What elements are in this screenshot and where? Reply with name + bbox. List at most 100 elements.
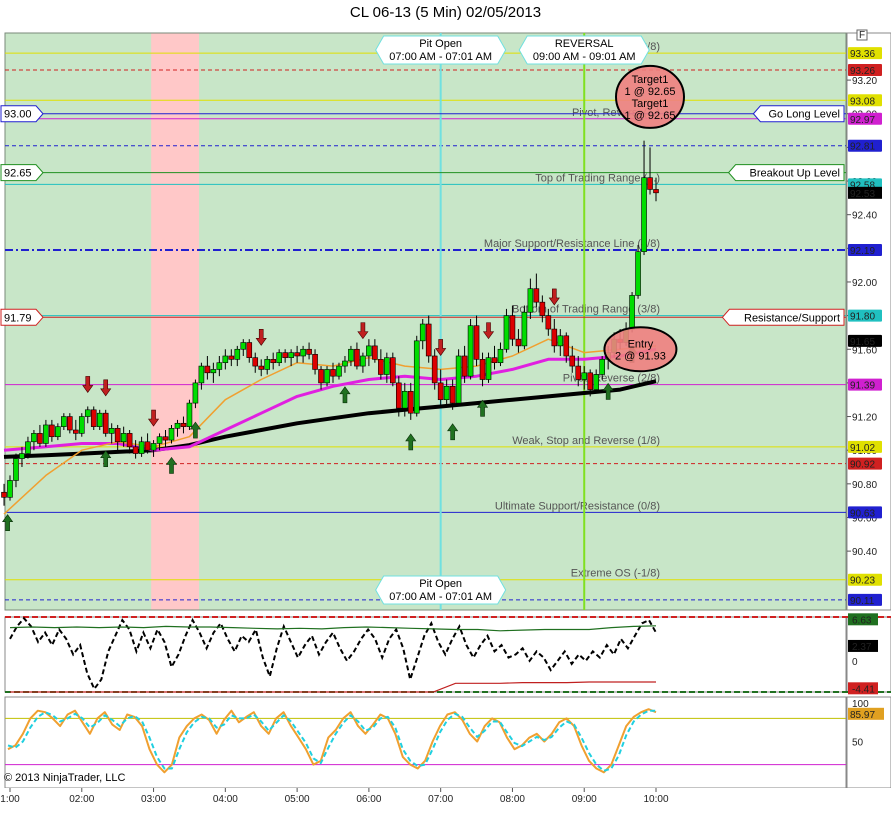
tag-text: 91.79 bbox=[4, 312, 32, 324]
level-price-value: 93.26 bbox=[850, 66, 875, 77]
level-price-value: 93.36 bbox=[850, 49, 875, 60]
level-label: Weak, Stop and Reverse (1/8) bbox=[512, 435, 660, 447]
candle-body bbox=[156, 436, 163, 444]
candle-body bbox=[581, 372, 588, 380]
level-label: Bottom of Trading Range (3/8) bbox=[512, 304, 660, 316]
annotation-text: Entry bbox=[628, 338, 654, 350]
candle-body bbox=[216, 362, 223, 370]
candle-body bbox=[246, 342, 253, 358]
user-level-right-tag: Resistance/Support bbox=[721, 308, 845, 326]
price-plot-background bbox=[5, 33, 846, 610]
candle-body bbox=[294, 352, 300, 357]
candle-body bbox=[234, 348, 241, 360]
price-panel: F93.2093.0092.8092.6092.4092.2092.0091.8… bbox=[0, 29, 891, 611]
candle-body bbox=[67, 416, 73, 431]
candle-body bbox=[647, 177, 653, 190]
candle-body bbox=[31, 433, 37, 443]
candle-body bbox=[180, 422, 187, 427]
candle-body bbox=[162, 436, 169, 441]
level-price-value: 92.81 bbox=[850, 142, 875, 153]
candle-body bbox=[120, 433, 127, 443]
candle-body bbox=[72, 429, 79, 434]
pit-open-box-top: Pit Open07:00 AM - 07:01 AM bbox=[375, 35, 507, 65]
candle-body bbox=[407, 391, 414, 414]
level-price-value: 91.39 bbox=[850, 381, 875, 392]
candle-body bbox=[252, 357, 259, 367]
candle-body bbox=[270, 359, 276, 364]
user-level-left-tag: 93.00 bbox=[0, 105, 44, 123]
candle-body bbox=[55, 426, 61, 438]
candle-body bbox=[360, 355, 366, 367]
annotation-text: 1 @ 92.65 bbox=[625, 110, 676, 122]
level-price-value: 91.80 bbox=[850, 312, 875, 323]
candle-body bbox=[449, 385, 456, 404]
reversal-box: REVERSAL09:00 AM - 09:01 AM bbox=[518, 35, 650, 65]
candle-body bbox=[264, 359, 271, 370]
candle-body bbox=[431, 355, 438, 384]
tag-text: Breakout Up Level bbox=[750, 168, 841, 180]
oscillator-axis bbox=[846, 616, 891, 693]
user-level-right-tag: Breakout Up Level bbox=[727, 164, 845, 182]
user-level-right-tag: Go Long Level bbox=[752, 105, 845, 123]
price-tick-label: 92.00 bbox=[852, 278, 877, 289]
candle-body bbox=[13, 458, 19, 481]
candle-body bbox=[258, 365, 265, 370]
session-label: Pit Open bbox=[419, 38, 462, 50]
candle-body bbox=[168, 428, 175, 441]
candle-body bbox=[336, 365, 342, 377]
time-tick-label: 08:00 bbox=[500, 794, 525, 805]
candle-body bbox=[545, 315, 552, 330]
time-tick-label: 07:00 bbox=[428, 794, 453, 805]
session-time: 07:00 AM - 07:01 AM bbox=[389, 591, 492, 603]
candle-body bbox=[198, 365, 205, 384]
annotation-text: 1 @ 92.65 bbox=[625, 86, 676, 98]
candle-body bbox=[78, 416, 85, 434]
candle-body bbox=[306, 348, 312, 355]
candle-body bbox=[491, 357, 498, 364]
highlight-band bbox=[151, 33, 200, 610]
candle-body bbox=[96, 412, 103, 427]
level-label: Ultimate Support/Resistance (0/8) bbox=[495, 500, 660, 512]
annotation-text: Target1 bbox=[632, 98, 669, 110]
level-price-value: 90.92 bbox=[850, 460, 875, 471]
time-tick-label: 05:00 bbox=[285, 794, 310, 805]
entry-annotation: Entry2 @ 91.93 bbox=[603, 326, 678, 373]
level-price-value: 92.19 bbox=[850, 246, 875, 257]
candle-body bbox=[497, 348, 504, 364]
level-price-value: 91.02 bbox=[850, 443, 875, 454]
level-price-value: 90.23 bbox=[850, 576, 875, 587]
candle-body bbox=[455, 355, 462, 404]
time-tick-label: 03:00 bbox=[141, 794, 166, 805]
level-price-value: 90.11 bbox=[850, 596, 875, 607]
candle-body bbox=[276, 352, 282, 364]
candle-body bbox=[485, 357, 492, 380]
candle-body bbox=[401, 391, 408, 409]
candle-body bbox=[108, 428, 115, 434]
session-label: Pit Open bbox=[419, 578, 462, 590]
candle-body bbox=[288, 352, 294, 358]
candle-body bbox=[539, 301, 546, 316]
candle-body bbox=[372, 345, 378, 360]
price-tick-label: 92.40 bbox=[852, 211, 877, 222]
candle-body bbox=[43, 424, 49, 444]
stochastic-plot-background bbox=[4, 696, 847, 789]
tag-text: 93.00 bbox=[4, 109, 32, 121]
level-price-value: 92.97 bbox=[850, 115, 875, 126]
candle-body bbox=[37, 433, 43, 444]
target-annotation: Target11 @ 92.65Target11 @ 92.65 bbox=[615, 64, 685, 129]
candle-body bbox=[61, 416, 67, 427]
user-level-left-tag: 91.79 bbox=[0, 308, 44, 326]
candle-body bbox=[222, 355, 229, 364]
candle-body bbox=[312, 354, 318, 370]
stochastic-panel: 1005085.97 bbox=[4, 696, 891, 789]
candle-body bbox=[84, 409, 91, 417]
candle-body bbox=[593, 374, 599, 390]
candle-body bbox=[192, 382, 199, 404]
candle-body bbox=[49, 424, 55, 438]
candle-body bbox=[114, 428, 121, 443]
session-time: 09:00 AM - 09:01 AM bbox=[533, 51, 636, 63]
time-tick-label: 1:00 bbox=[0, 794, 20, 805]
annotation-text: Target1 bbox=[632, 74, 669, 86]
candle-body bbox=[318, 369, 324, 384]
oscillator-value-label: 0 bbox=[852, 657, 858, 668]
